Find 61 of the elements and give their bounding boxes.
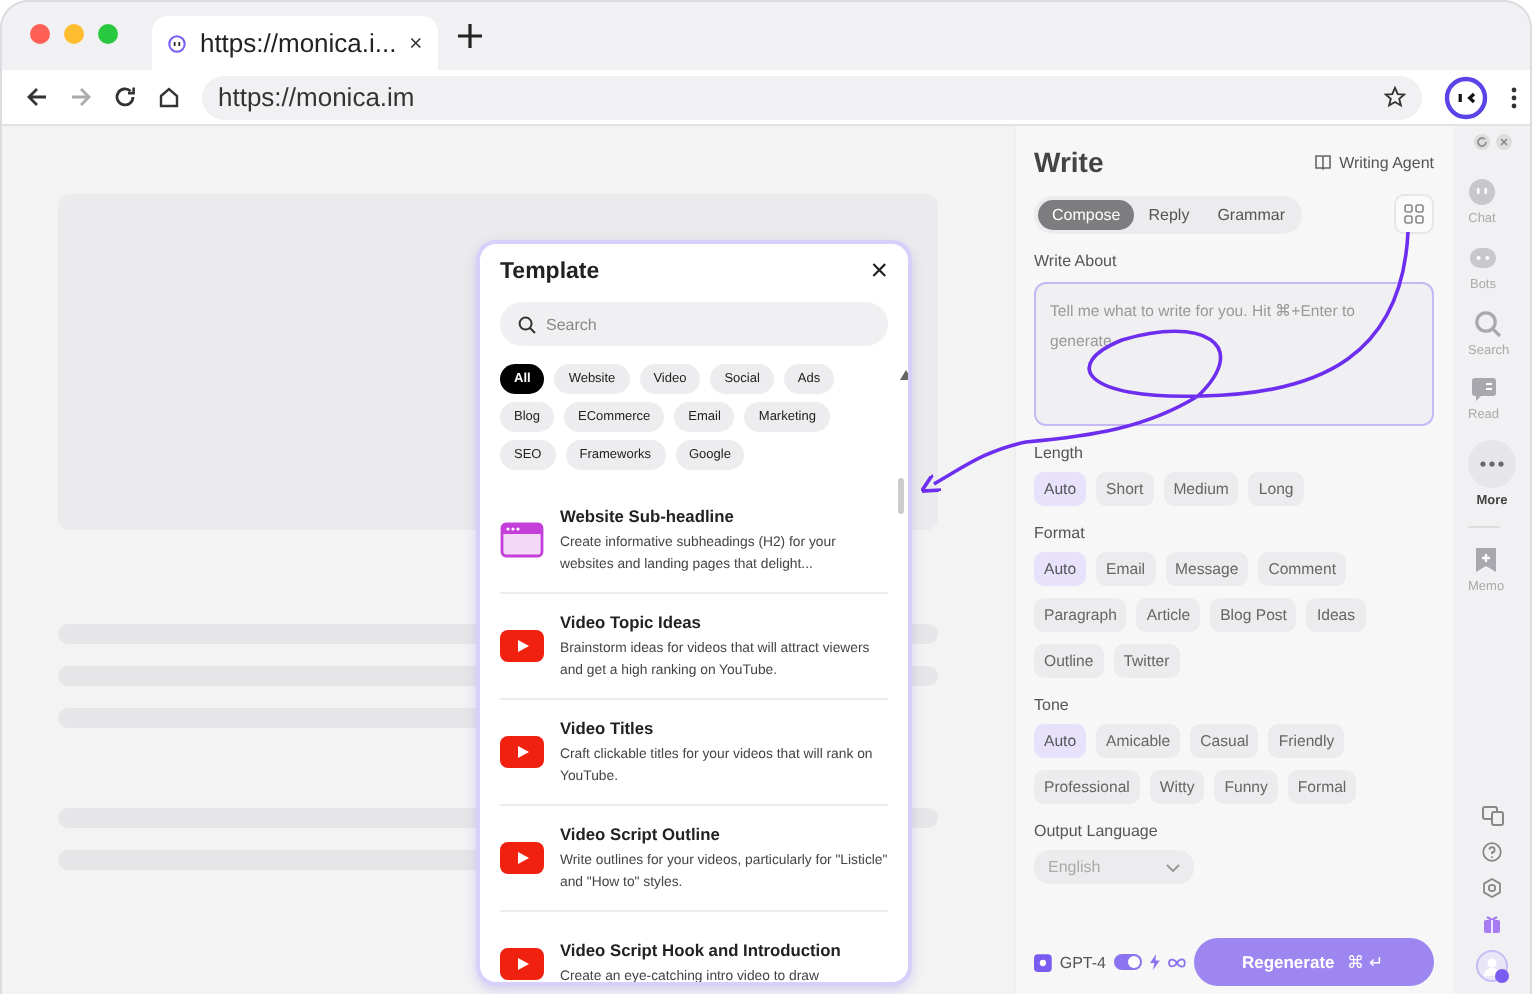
help-icon[interactable] [1482, 842, 1502, 862]
close-icon[interactable] [410, 34, 422, 52]
home-icon[interactable] [158, 86, 180, 108]
maximize-window-button[interactable] [98, 24, 118, 44]
field-label: Output Language [1034, 822, 1158, 840]
monica-logo-icon [168, 29, 186, 57]
star-icon[interactable] [1384, 86, 1406, 108]
play-icon [500, 630, 544, 662]
toggle-switch[interactable] [1114, 954, 1142, 970]
scrollbar-thumb[interactable] [898, 478, 904, 514]
devices-icon[interactable] [1481, 806, 1503, 826]
book-icon [1469, 376, 1498, 402]
close-button[interactable]: × [870, 256, 888, 286]
chevron-down-icon [1166, 863, 1180, 871]
search-icon [1474, 310, 1503, 338]
avatar-icon[interactable] [1475, 950, 1509, 984]
dialog-title: Template [500, 259, 600, 283]
monica-extension-icon[interactable] [1444, 75, 1488, 119]
search-icon [518, 316, 536, 334]
infinity-icon [1167, 957, 1186, 967]
field-label: Tone [1034, 696, 1069, 714]
mode-tab[interactable]: Compose [1038, 199, 1135, 229]
search-field[interactable]: Search [500, 302, 888, 346]
model-label[interactable]: GPT-4 [1059, 953, 1106, 971]
grid-icon [1404, 204, 1424, 224]
close-window-button[interactable] [30, 24, 50, 44]
field-label: Write About [1034, 252, 1117, 270]
lightning-icon [1149, 954, 1160, 970]
bookmark-icon [1474, 546, 1499, 574]
play-icon [500, 948, 544, 980]
more-icon [1468, 440, 1516, 488]
templates-grid-button[interactable] [1394, 194, 1434, 234]
forward-arrow-icon[interactable] [70, 86, 92, 108]
mode-tab[interactable]: Reply [1134, 199, 1204, 229]
reload-icon[interactable] [114, 86, 136, 108]
template-title: Website Sub-headline [560, 505, 736, 525]
panel-title: Write [1034, 146, 1104, 178]
template-title: Video Script Hook and Introduction [560, 940, 843, 960]
field-label: Length [1034, 444, 1083, 462]
tab-title: https://monica.i... [199, 28, 397, 58]
writing-agent-link[interactable]: Writing Agent [1313, 153, 1434, 171]
new-tab-icon[interactable] [458, 24, 482, 48]
menu-icon[interactable] [1510, 85, 1518, 109]
template-title: Video Titles [560, 717, 656, 737]
robot-icon [1468, 244, 1498, 272]
mode-tab[interactable]: Grammar [1203, 199, 1299, 229]
template-title: Video Script Outline [560, 823, 722, 843]
gift-icon[interactable] [1482, 914, 1502, 934]
chat-icon [1468, 178, 1496, 206]
model-icon [1034, 953, 1052, 971]
address-bar[interactable]: https://monica.im [202, 75, 1422, 119]
play-icon [500, 842, 544, 874]
play-icon [500, 736, 544, 768]
browser-window-icon [500, 522, 544, 558]
settings-icon[interactable] [1482, 878, 1502, 898]
refresh-icon[interactable] [1473, 134, 1489, 150]
template-title: Video Topic Ideas [560, 611, 703, 631]
field-label: Format [1034, 524, 1085, 542]
back-arrow-icon[interactable] [26, 86, 48, 108]
browser-tab[interactable]: https://monica.i... [152, 16, 438, 70]
book-icon [1313, 154, 1332, 170]
